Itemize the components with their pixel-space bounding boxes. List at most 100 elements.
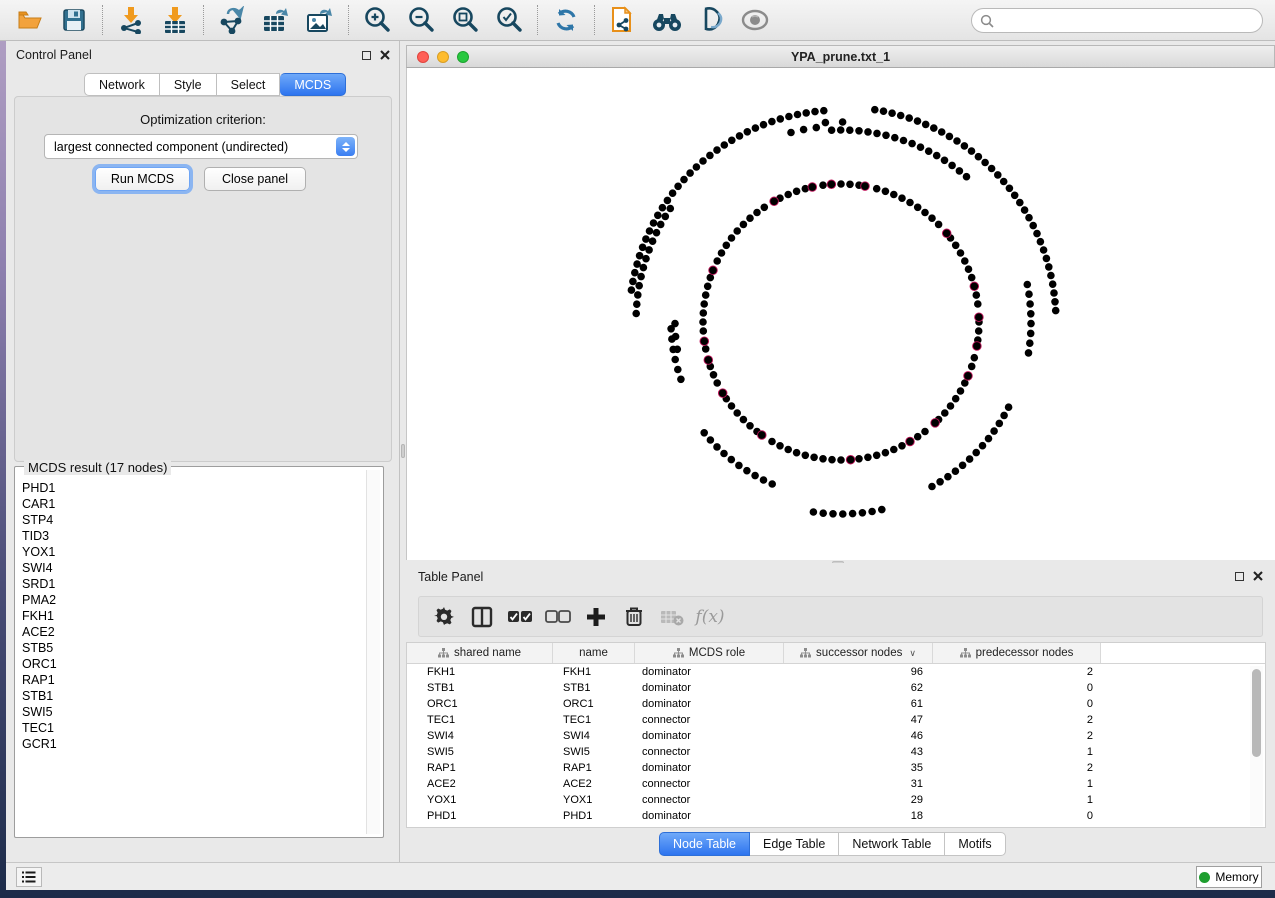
show-columns-button[interactable] (467, 602, 497, 632)
graph-leaf-node[interactable] (1051, 298, 1059, 306)
graph-leaf-node[interactable] (1027, 330, 1035, 338)
cell-predecessor-nodes[interactable]: 2 (933, 730, 1101, 742)
graph-leaf-node[interactable] (760, 476, 768, 484)
graph-leaf-node[interactable] (952, 467, 960, 475)
graph-leaf-node[interactable] (941, 157, 949, 165)
graph-ring-node[interactable] (700, 327, 708, 335)
graph-leaf-node[interactable] (878, 506, 886, 514)
graph-ring-node[interactable] (971, 354, 979, 362)
graph-mcds-hub-node[interactable] (970, 282, 979, 291)
cell-predecessor-nodes[interactable]: 2 (933, 762, 1101, 774)
cell-MCDS-role[interactable]: dominator (635, 666, 784, 678)
graph-leaf-node[interactable] (829, 510, 837, 518)
graph-leaf-node[interactable] (1049, 280, 1057, 288)
cell-MCDS-role[interactable]: dominator (635, 698, 784, 710)
graph-leaf-node[interactable] (933, 152, 941, 160)
graph-leaf-node[interactable] (888, 109, 896, 117)
graph-leaf-node[interactable] (981, 159, 989, 167)
mcds-result-item[interactable]: GCR1 (22, 736, 364, 752)
zoom-out-button[interactable] (401, 3, 441, 37)
graph-leaf-node[interactable] (897, 112, 905, 120)
cell-shared-name[interactable]: ACE2 (407, 778, 553, 790)
mcds-result-list[interactable]: PHD1CAR1STP4TID3YOX1SWI4SRD1PMA2FKH1ACE2… (16, 480, 364, 836)
tab-edge-table[interactable]: Edge Table (750, 832, 839, 856)
function-builder-button[interactable]: f(x) (695, 602, 725, 632)
graph-leaf-node[interactable] (1025, 214, 1033, 222)
graph-ring-node[interactable] (973, 291, 981, 299)
graph-leaf-node[interactable] (802, 109, 810, 117)
graph-leaf-node[interactable] (707, 436, 715, 444)
graph-ring-node[interactable] (837, 456, 845, 464)
graph-leaf-node[interactable] (680, 176, 688, 184)
vertical-splitter-grip[interactable] (401, 444, 405, 458)
graph-mcds-hub-node[interactable] (906, 437, 915, 446)
graph-leaf-node[interactable] (822, 119, 830, 127)
graph-leaf-node[interactable] (664, 197, 672, 205)
mcds-result-item[interactable]: TEC1 (22, 720, 364, 736)
graph-mcds-hub-node[interactable] (975, 313, 984, 322)
graph-leaf-node[interactable] (972, 449, 980, 457)
graph-leaf-node[interactable] (873, 130, 881, 138)
cell-name[interactable]: TEC1 (553, 714, 635, 726)
graph-ring-node[interactable] (928, 214, 936, 222)
cell-shared-name[interactable]: STB1 (407, 682, 553, 694)
graph-leaf-node[interactable] (961, 142, 969, 150)
graph-leaf-node[interactable] (744, 128, 752, 136)
graph-leaf-node[interactable] (891, 134, 899, 142)
graph-leaf-node[interactable] (1037, 238, 1045, 246)
cell-shared-name[interactable]: SWI4 (407, 730, 553, 742)
graph-leaf-node[interactable] (631, 269, 639, 277)
graph-leaf-node[interactable] (839, 510, 847, 518)
graph-leaf-node[interactable] (677, 376, 685, 384)
graph-ring-node[interactable] (819, 455, 827, 463)
graph-leaf-node[interactable] (1027, 310, 1035, 318)
cell-successor-nodes[interactable]: 29 (784, 794, 933, 806)
cell-MCDS-role[interactable]: dominator (635, 810, 784, 822)
graph-ring-node[interactable] (740, 221, 748, 229)
cell-MCDS-role[interactable]: connector (635, 794, 784, 806)
cell-predecessor-nodes[interactable]: 2 (933, 714, 1101, 726)
graph-leaf-node[interactable] (1040, 246, 1048, 254)
graph-ring-node[interactable] (952, 395, 960, 403)
cell-name[interactable]: ACE2 (553, 778, 635, 790)
graph-leaf-node[interactable] (633, 300, 641, 308)
graph-leaf-node[interactable] (917, 143, 925, 151)
graph-ring-node[interactable] (882, 449, 890, 457)
graph-leaf-node[interactable] (810, 508, 818, 516)
delete-column-button[interactable] (619, 602, 649, 632)
cell-name[interactable]: RAP1 (553, 762, 635, 774)
graph-leaf-node[interactable] (994, 171, 1002, 179)
graph-leaf-node[interactable] (1029, 222, 1037, 230)
cell-predecessor-nodes[interactable]: 1 (933, 778, 1101, 790)
graph-leaf-node[interactable] (671, 356, 679, 364)
cell-shared-name[interactable]: ORC1 (407, 698, 553, 710)
graph-mcds-hub-node[interactable] (770, 197, 779, 206)
mcds-result-scrollbar[interactable] (366, 470, 380, 834)
graph-leaf-node[interactable] (1026, 300, 1034, 308)
cell-shared-name[interactable]: TEC1 (407, 714, 553, 726)
graph-leaf-node[interactable] (905, 114, 913, 122)
graph-leaf-node[interactable] (1052, 307, 1060, 315)
mcds-result-item[interactable]: STB5 (22, 640, 364, 656)
cell-name[interactable]: SWI4 (553, 730, 635, 742)
zoom-in-button[interactable] (357, 3, 397, 37)
graph-leaf-node[interactable] (849, 510, 857, 518)
graph-leaf-node[interactable] (693, 163, 701, 171)
graph-leaf-node[interactable] (846, 126, 854, 134)
graph-leaf-node[interactable] (720, 450, 728, 458)
cell-shared-name[interactable]: PHD1 (407, 810, 553, 822)
graph-leaf-node[interactable] (985, 435, 993, 443)
graph-mcds-hub-node[interactable] (861, 182, 870, 191)
column-header-MCDS-role[interactable]: MCDS role (635, 643, 784, 663)
tab-network[interactable]: Network (84, 73, 160, 96)
graph-leaf-node[interactable] (1000, 412, 1008, 420)
graph-leaf-node[interactable] (736, 132, 744, 140)
graph-ring-node[interactable] (961, 257, 969, 265)
graph-ring-node[interactable] (952, 242, 960, 250)
graph-leaf-node[interactable] (642, 235, 650, 243)
graph-leaf-node[interactable] (686, 169, 694, 177)
graph-ring-node[interactable] (855, 455, 863, 463)
graph-leaf-node[interactable] (728, 456, 736, 464)
graph-ring-node[interactable] (753, 209, 761, 217)
graph-leaf-node[interactable] (713, 146, 721, 154)
